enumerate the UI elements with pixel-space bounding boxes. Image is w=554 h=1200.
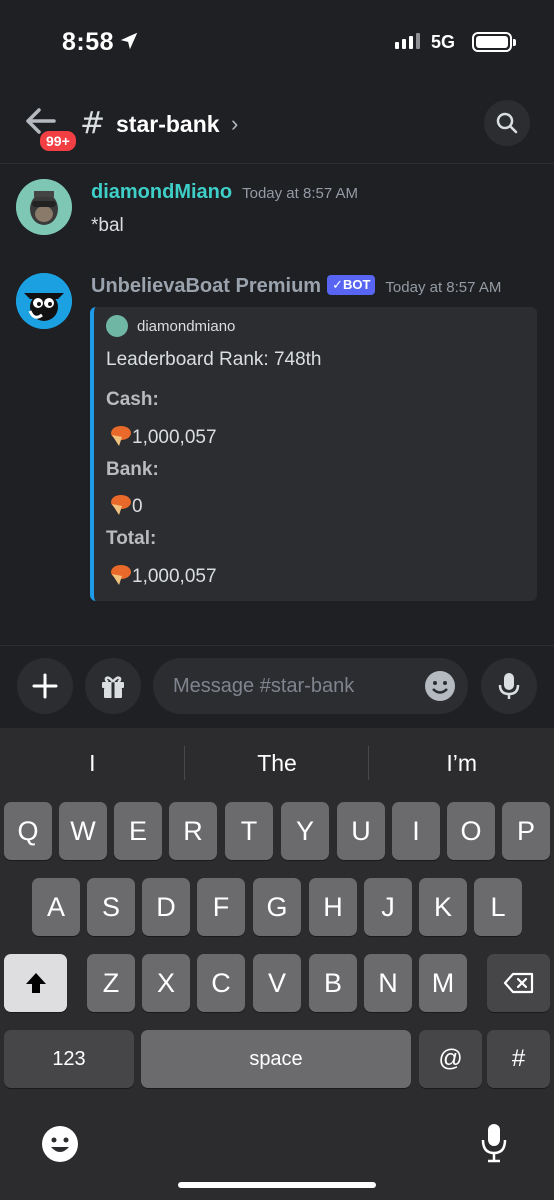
gift-button[interactable] bbox=[85, 658, 141, 714]
key-v[interactable]: V bbox=[253, 954, 301, 1012]
suggestion-item[interactable]: I bbox=[0, 728, 185, 798]
dictation-microphone-icon[interactable] bbox=[480, 1122, 508, 1164]
key-f[interactable]: F bbox=[197, 878, 245, 936]
shift-key[interactable] bbox=[4, 954, 67, 1012]
avatar[interactable] bbox=[16, 273, 72, 329]
at-key[interactable]: @ bbox=[419, 1030, 482, 1088]
battery-icon bbox=[472, 32, 516, 52]
key-m[interactable]: M bbox=[419, 954, 467, 1012]
message-input[interactable]: Message #star-bank bbox=[153, 658, 468, 714]
key-e[interactable]: E bbox=[114, 802, 162, 860]
embed-rank: Leaderboard Rank: 748th bbox=[106, 349, 322, 370]
cellular-signal-icon bbox=[395, 33, 420, 49]
bot-avatar-icon bbox=[16, 273, 72, 329]
microphone-icon bbox=[498, 673, 520, 699]
message-author[interactable]: UnbelievaBoat Premium ✓BOT Today at 8:57 A… bbox=[91, 275, 501, 298]
message-composer: Message #star-bank bbox=[0, 645, 554, 728]
key-q[interactable]: Q bbox=[4, 802, 52, 860]
message-input-placeholder: Message #star-bank bbox=[173, 674, 355, 697]
key-c[interactable]: C bbox=[197, 954, 245, 1012]
gift-icon bbox=[102, 676, 124, 698]
key-k[interactable]: K bbox=[419, 878, 467, 936]
status-bar: 8:58 5G bbox=[0, 0, 554, 84]
emoji-picker-icon[interactable] bbox=[424, 670, 456, 702]
key-w[interactable]: W bbox=[59, 802, 107, 860]
voice-message-button[interactable] bbox=[481, 658, 537, 714]
author-name[interactable]: diamondMiano bbox=[91, 181, 232, 203]
bank-value: 0 bbox=[132, 496, 143, 517]
suggestion-item[interactable]: The bbox=[185, 728, 370, 798]
status-time: 8:58 bbox=[62, 28, 115, 56]
location-arrow-icon bbox=[120, 32, 138, 50]
key-p[interactable]: P bbox=[502, 802, 550, 860]
cash-value-row: 1,000,057 bbox=[106, 425, 217, 449]
hash-key[interactable]: # bbox=[487, 1030, 550, 1088]
suggestion-item[interactable]: I’m bbox=[369, 728, 554, 798]
currency-emoji-icon bbox=[111, 565, 131, 585]
emoji-keyboard-icon[interactable] bbox=[40, 1124, 80, 1164]
total-label: Total: bbox=[106, 528, 157, 549]
total-value-row: 1,000,057 bbox=[106, 564, 217, 588]
message-list: diamondMiano Today at 8:57 AM *bal Unbeli… bbox=[0, 165, 554, 645]
key-x[interactable]: X bbox=[142, 954, 190, 1012]
author-name[interactable]: UnbelievaBoat Premium bbox=[91, 275, 321, 297]
backspace-icon bbox=[503, 972, 533, 994]
key-b[interactable]: B bbox=[309, 954, 357, 1012]
key-u[interactable]: U bbox=[337, 802, 385, 860]
currency-emoji-icon bbox=[111, 495, 131, 515]
embed-author-avatar bbox=[106, 315, 128, 337]
key-s[interactable]: S bbox=[87, 878, 135, 936]
embed-card: diamondmiano Leaderboard Rank: 748th Cas… bbox=[90, 307, 537, 601]
key-i[interactable]: I bbox=[392, 802, 440, 860]
bank-value-row: 0 bbox=[106, 494, 143, 518]
space-key[interactable]: space bbox=[141, 1030, 411, 1088]
key-t[interactable]: T bbox=[225, 802, 273, 860]
total-value: 1,000,057 bbox=[132, 566, 217, 587]
bank-label: Bank: bbox=[106, 459, 159, 480]
message-timestamp: Today at 8:57 AM bbox=[242, 185, 359, 202]
message-text: *bal bbox=[91, 215, 124, 236]
bot-tag: ✓BOT bbox=[327, 275, 376, 295]
embed-author-name[interactable]: diamondmiano bbox=[137, 318, 235, 335]
key-y[interactable]: Y bbox=[281, 802, 329, 860]
ios-keyboard: I The I’m Q W E R T Y U I O P A S D F G … bbox=[0, 728, 554, 1200]
message-author[interactable]: diamondMiano Today at 8:57 AM bbox=[91, 181, 358, 204]
key-d[interactable]: D bbox=[142, 878, 190, 936]
predictive-bar: I The I’m bbox=[0, 728, 554, 798]
key-o[interactable]: O bbox=[447, 802, 495, 860]
numbers-key[interactable]: 123 bbox=[4, 1030, 134, 1088]
message-item[interactable]: diamondMiano Today at 8:57 AM *bal bbox=[0, 179, 554, 249]
embed-author[interactable]: diamondmiano bbox=[106, 315, 235, 337]
chevron-right-icon[interactable]: › bbox=[231, 111, 238, 137]
message-item[interactable]: UnbelievaBoat Premium ✓BOT Today at 8:57 A… bbox=[0, 273, 554, 613]
key-r[interactable]: R bbox=[169, 802, 217, 860]
key-l[interactable]: L bbox=[474, 878, 522, 936]
key-z[interactable]: Z bbox=[87, 954, 135, 1012]
search-icon bbox=[496, 112, 518, 134]
key-j[interactable]: J bbox=[364, 878, 412, 936]
plus-icon bbox=[32, 673, 58, 699]
unread-badge: 99+ bbox=[38, 129, 78, 153]
currency-emoji-icon bbox=[111, 426, 131, 446]
delete-key[interactable] bbox=[487, 954, 550, 1012]
avatar[interactable] bbox=[16, 179, 72, 235]
add-attachment-button[interactable] bbox=[17, 658, 73, 714]
key-n[interactable]: N bbox=[364, 954, 412, 1012]
key-g[interactable]: G bbox=[253, 878, 301, 936]
ape-avatar-icon bbox=[16, 179, 72, 235]
channel-hash-icon: # bbox=[80, 106, 106, 141]
message-timestamp: Today at 8:57 AM bbox=[385, 279, 502, 296]
cash-value: 1,000,057 bbox=[132, 427, 217, 448]
search-button[interactable] bbox=[484, 100, 530, 146]
home-indicator bbox=[178, 1182, 376, 1188]
cash-label: Cash: bbox=[106, 389, 159, 410]
key-a[interactable]: A bbox=[32, 878, 80, 936]
channel-header: 99+ # star-bank › bbox=[0, 84, 554, 164]
channel-name[interactable]: star-bank bbox=[116, 111, 220, 138]
shift-arrow-icon bbox=[25, 973, 46, 993]
network-type: 5G bbox=[431, 32, 456, 52]
key-h[interactable]: H bbox=[309, 878, 357, 936]
